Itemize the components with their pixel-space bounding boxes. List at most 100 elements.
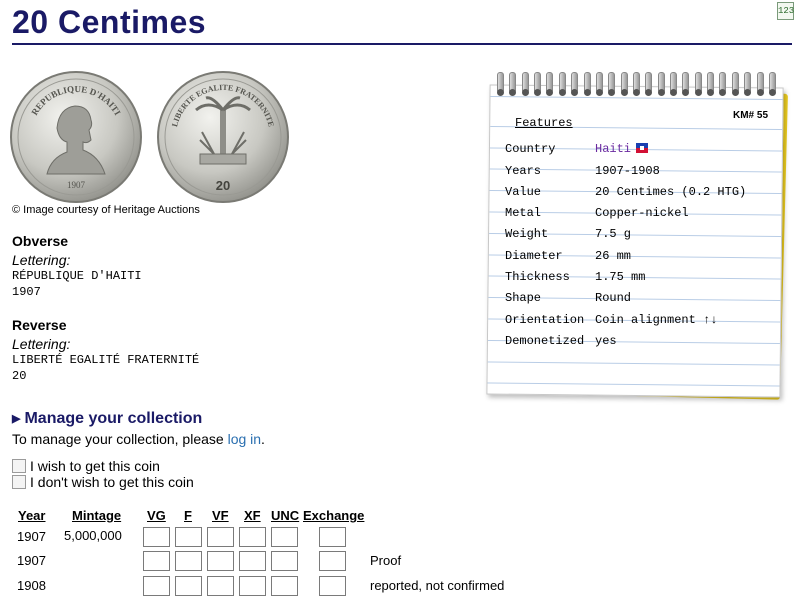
column-header-mintage: Mintage xyxy=(72,508,122,523)
grade-vg-input[interactable] xyxy=(143,551,170,571)
feature-value: 1.75 mm xyxy=(595,270,646,284)
spiral-ring xyxy=(508,72,517,98)
spiral-ring xyxy=(768,72,776,98)
notebook-spiral xyxy=(496,72,776,102)
row-note: reported, not confirmed xyxy=(370,578,505,593)
feature-value: Coin alignment ↑↓ xyxy=(595,313,718,327)
feature-label: Country xyxy=(505,142,556,156)
title-divider xyxy=(12,43,792,45)
row-year: 1907 xyxy=(17,529,46,544)
spiral-ring xyxy=(694,72,702,98)
dont-want-coin-checkbox[interactable] xyxy=(12,475,26,489)
login-link[interactable]: log in xyxy=(228,431,261,447)
manage-collection-prompt: To manage your collection, please xyxy=(12,431,224,447)
spiral-ring xyxy=(706,72,715,98)
spiral-ring xyxy=(496,72,504,98)
manage-collection-heading[interactable]: ▶ Manage your collection xyxy=(12,410,202,428)
feature-label: Diameter xyxy=(505,249,563,263)
spiral-ring xyxy=(644,72,653,98)
grade-f-input[interactable] xyxy=(175,527,202,547)
obverse-lettering-label: Lettering: xyxy=(12,252,71,268)
reverse-lettering-line: 20 xyxy=(12,369,27,383)
grade-vf-input[interactable] xyxy=(207,527,234,547)
want-coin-label: I wish to get this coin xyxy=(30,458,160,474)
km-number: KM# 55 xyxy=(733,110,769,121)
spiral-ring xyxy=(718,72,727,98)
column-header-exchange: Exchange xyxy=(303,508,365,523)
column-header-vg: VG xyxy=(147,508,166,523)
grade-xf-input[interactable] xyxy=(239,527,266,547)
obverse-lettering-line: 1907 xyxy=(12,285,41,299)
spiral-ring xyxy=(545,72,554,98)
spiral-ring xyxy=(558,72,566,98)
feature-value: 7.5 g xyxy=(595,227,632,241)
reverse-lettering-line: LIBERTÉ EGALITÉ FRATERNITÉ xyxy=(12,353,200,367)
dont-want-coin-option[interactable]: I don't wish to get this coin xyxy=(12,474,194,490)
image-credit: © Image courtesy of Heritage Auctions xyxy=(12,204,200,216)
grade-unc-input[interactable] xyxy=(271,576,298,596)
feature-value: 20 Centimes (0.2 HTG) xyxy=(595,185,747,199)
exchange-input[interactable] xyxy=(319,527,346,547)
notebook-paper xyxy=(486,84,784,398)
spiral-ring xyxy=(669,72,678,98)
column-header-vf: VF xyxy=(212,508,229,523)
reverse-lettering-label: Lettering: xyxy=(12,336,71,352)
grade-vf-input[interactable] xyxy=(207,576,234,596)
manage-collection-label: Manage your collection xyxy=(24,410,203,427)
feature-value: Round xyxy=(595,291,632,305)
grade-vg-input[interactable] xyxy=(143,527,170,547)
feature-value: yes xyxy=(595,334,617,348)
country-link[interactable]: Haiti xyxy=(595,142,649,156)
grade-unc-input[interactable] xyxy=(271,527,298,547)
feature-value: 1907-1908 xyxy=(595,164,660,178)
spiral-ring xyxy=(620,72,628,98)
feature-value: 26 mm xyxy=(595,249,632,263)
feature-label: Weight xyxy=(505,227,549,241)
feature-value: Copper-nickel xyxy=(595,206,689,220)
grade-vg-input[interactable] xyxy=(143,576,170,596)
obverse-heading: Obverse xyxy=(12,233,69,249)
grade-f-input[interactable] xyxy=(175,576,202,596)
obverse-coin-image: REPUBLIQUE D'HAITI 1907 xyxy=(10,71,142,203)
spiral-ring xyxy=(570,72,579,98)
spiral-ring xyxy=(521,72,529,98)
reverse-coin-image: LIBERTE EGALITE FRATERNITE 20 xyxy=(157,71,289,203)
grade-vf-input[interactable] xyxy=(207,551,234,571)
country-link-text[interactable]: Haiti xyxy=(595,142,631,156)
column-header-year: Year xyxy=(18,508,46,523)
manage-collection-text: To manage your collection, please log in… xyxy=(12,431,265,447)
column-header-xf: XF xyxy=(244,508,261,523)
grade-xf-input[interactable] xyxy=(239,551,266,571)
numbered-list-icon[interactable]: 123 xyxy=(777,2,794,20)
feature-label: Years xyxy=(505,164,542,178)
spiral-ring xyxy=(681,72,690,98)
exchange-input[interactable] xyxy=(319,551,346,571)
row-note: Proof xyxy=(370,553,402,568)
spiral-ring xyxy=(595,72,603,98)
haiti-flag-icon xyxy=(636,143,649,153)
column-header-f: F xyxy=(184,508,192,523)
spiral-ring xyxy=(731,72,739,98)
obverse-lettering-line: RÉPUBLIQUE D'HAITI xyxy=(12,269,142,283)
row-mintage: 5,000,000 xyxy=(64,528,122,543)
obverse-coin-year: 1907 xyxy=(67,180,86,190)
exchange-input[interactable] xyxy=(319,576,346,596)
page-title: 20 Centimes xyxy=(12,4,207,40)
features-heading: Features xyxy=(515,116,573,130)
row-year: 1908 xyxy=(17,578,46,593)
want-coin-checkbox[interactable] xyxy=(12,459,26,473)
spiral-ring xyxy=(657,72,665,98)
column-header-unc: UNC xyxy=(271,508,300,523)
grade-unc-input[interactable] xyxy=(271,551,298,571)
spiral-ring xyxy=(743,72,752,98)
grade-f-input[interactable] xyxy=(175,551,202,571)
triangle-right-icon: ▶ xyxy=(12,413,21,425)
spiral-ring xyxy=(533,72,542,98)
feature-label: Orientation xyxy=(505,313,585,327)
spiral-ring xyxy=(607,72,616,98)
feature-label: Thickness xyxy=(505,270,570,284)
want-coin-option[interactable]: I wish to get this coin xyxy=(12,458,160,474)
spiral-ring xyxy=(632,72,640,98)
grade-xf-input[interactable] xyxy=(239,576,266,596)
reverse-heading: Reverse xyxy=(12,317,67,333)
